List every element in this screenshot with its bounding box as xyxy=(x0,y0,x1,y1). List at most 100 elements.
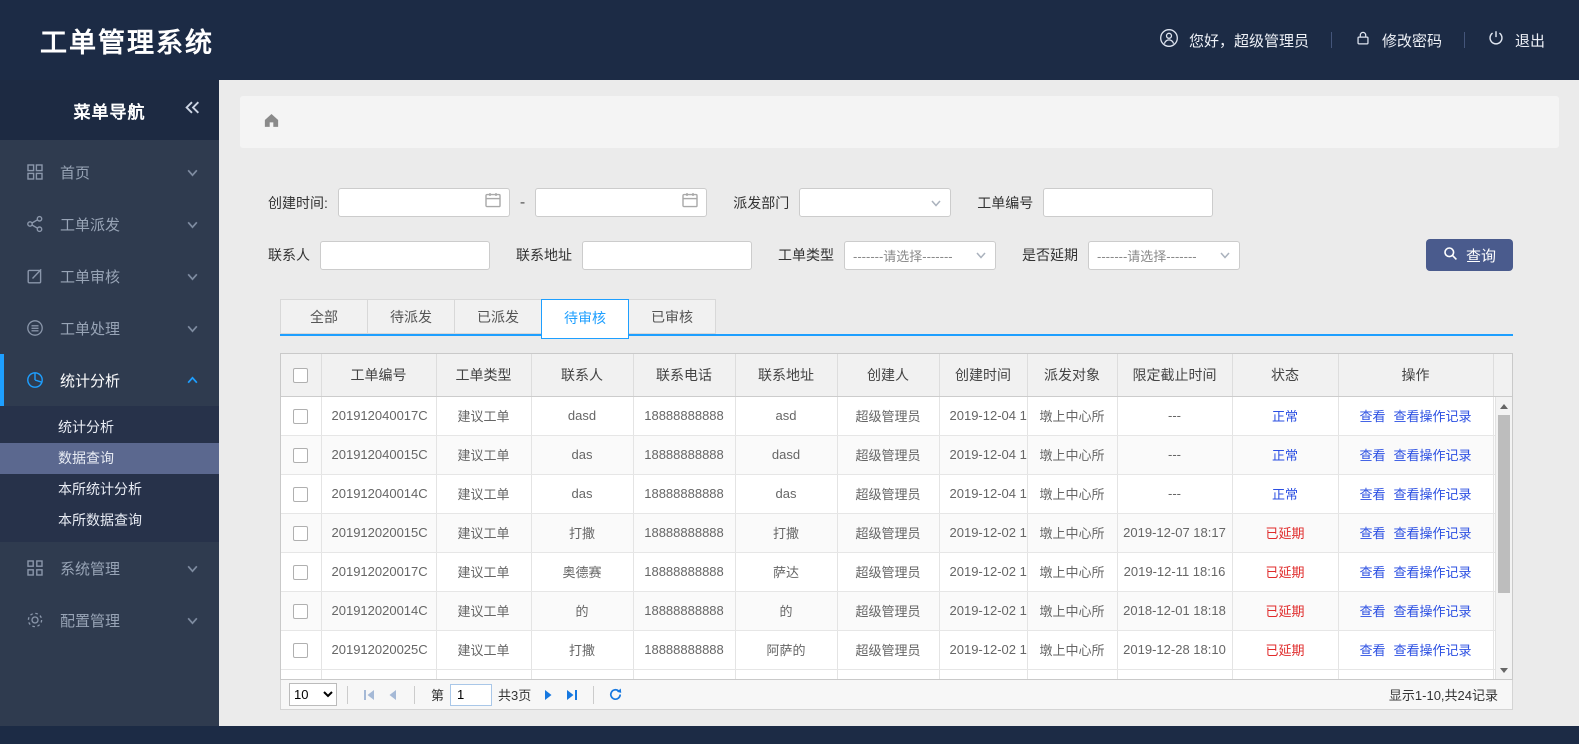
create-time-end-input[interactable] xyxy=(535,188,708,217)
cell-target: 墩上中心所 xyxy=(1027,435,1118,475)
cell-empty xyxy=(633,669,736,679)
cell-checkbox xyxy=(281,513,322,553)
cell-order-no: 201912020017C xyxy=(321,552,437,592)
first-page-button[interactable] xyxy=(362,688,377,702)
dept-select[interactable] xyxy=(799,188,952,217)
sidebar-collapse-icon[interactable] xyxy=(184,100,201,120)
sidebar-item-order-process[interactable]: 工单处理 xyxy=(0,302,219,354)
sidebar-subitem-branch-data-query[interactable]: 本所数据查询 xyxy=(0,505,219,536)
delay-select[interactable]: -------请选择------- xyxy=(1088,240,1240,270)
address-input[interactable] xyxy=(582,240,752,270)
refresh-button[interactable] xyxy=(608,687,623,702)
cell-phone: 18888888888 xyxy=(633,630,736,670)
tab-pending-review[interactable]: 待审核 xyxy=(541,299,629,339)
cell-address: 的 xyxy=(735,591,838,631)
cell-phone: 18888888888 xyxy=(633,435,736,475)
calendar-icon[interactable] xyxy=(681,191,699,214)
sidebar-subitem-branch-stats-analysis[interactable]: 本所统计分析 xyxy=(0,474,219,505)
pie-icon xyxy=(26,371,46,389)
chevron-down-icon xyxy=(975,249,987,261)
query-button[interactable]: 查询 xyxy=(1425,239,1513,271)
view-log-link[interactable]: 查看操作记录 xyxy=(1394,565,1472,580)
tab-reviewed[interactable]: 已审核 xyxy=(628,299,716,334)
sidebar-item-config-management[interactable]: 配置管理 xyxy=(0,594,219,646)
calendar-icon[interactable] xyxy=(484,191,502,214)
sidebar-subitem-stats-analysis[interactable]: 统计分析 xyxy=(0,412,219,443)
change-password-button[interactable]: 修改密码 xyxy=(1354,29,1442,51)
top-header: 工单管理系统 您好，超级管理员 修改密码 退出 xyxy=(0,0,1579,80)
cell-order-type: 建议工单 xyxy=(436,513,532,553)
scroll-down-icon[interactable] xyxy=(1496,662,1512,678)
row-checkbox[interactable] xyxy=(293,564,309,580)
view-log-link[interactable]: 查看操作记录 xyxy=(1394,409,1472,424)
contact-input[interactable] xyxy=(320,240,490,270)
pagination-bar: 10 第 共3页 xyxy=(280,680,1513,710)
view-link[interactable]: 查看 xyxy=(1359,643,1385,658)
active-accent-bar xyxy=(0,542,4,594)
order-type-value: -------请选择------- xyxy=(853,248,953,264)
last-page-button[interactable] xyxy=(564,688,579,702)
view-link[interactable]: 查看 xyxy=(1359,448,1385,463)
view-log-link[interactable]: 查看操作记录 xyxy=(1394,604,1472,619)
row-checkbox[interactable] xyxy=(293,486,309,502)
row-checkbox[interactable] xyxy=(293,447,309,463)
cell-creator: 超级管理员 xyxy=(837,513,940,553)
table-scrollbar[interactable] xyxy=(1495,397,1512,679)
view-link[interactable]: 查看 xyxy=(1359,565,1385,580)
page-prefix-label: 第 xyxy=(431,688,445,703)
cell-deadline: --- xyxy=(1117,474,1233,514)
tab-pending-dispatch[interactable]: 待派发 xyxy=(367,299,455,334)
row-checkbox[interactable] xyxy=(293,603,309,619)
order-no-input[interactable] xyxy=(1043,188,1214,217)
view-link[interactable]: 查看 xyxy=(1359,409,1385,424)
cell-order-type: 建议工单 xyxy=(436,474,532,514)
row-checkbox[interactable] xyxy=(293,408,309,424)
prev-page-button[interactable] xyxy=(385,688,400,702)
scrollbar-thumb[interactable] xyxy=(1498,415,1510,593)
sidebar-item-order-dispatch[interactable]: 工单派发 xyxy=(0,198,219,250)
share-icon xyxy=(26,215,46,233)
page-number-input[interactable] xyxy=(450,683,493,706)
chevron-down-icon xyxy=(186,322,199,335)
scroll-up-icon[interactable] xyxy=(1496,398,1512,414)
cell-empty xyxy=(837,669,940,679)
row-checkbox[interactable] xyxy=(293,525,309,541)
tab-dispatched[interactable]: 已派发 xyxy=(454,299,542,334)
view-log-link[interactable]: 查看操作记录 xyxy=(1394,643,1472,658)
cell-empty xyxy=(1027,669,1118,679)
view-link[interactable]: 查看 xyxy=(1359,604,1385,619)
cell-target: 墩上中心所 xyxy=(1027,513,1118,553)
view-link[interactable]: 查看 xyxy=(1359,526,1385,541)
view-log-link[interactable]: 查看操作记录 xyxy=(1394,487,1472,502)
select-all-checkbox[interactable] xyxy=(293,368,309,384)
view-link[interactable]: 查看 xyxy=(1359,487,1385,502)
column-header: 联系地址 xyxy=(735,354,838,397)
sidebar-item-system-management[interactable]: 系统管理 xyxy=(0,542,219,594)
create-time-start-input[interactable] xyxy=(337,188,510,217)
sidebar-item-order-review[interactable]: 工单审核 xyxy=(0,250,219,302)
select-all-checkbox-cell xyxy=(281,354,322,397)
page-size-select[interactable]: 10 xyxy=(289,683,337,706)
cell-status: 正常 xyxy=(1232,474,1339,514)
status-badge: 已延期 xyxy=(1265,604,1305,619)
cell-actions: 查看 查看操作记录 xyxy=(1338,435,1494,475)
logout-button[interactable]: 退出 xyxy=(1487,29,1545,51)
sidebar-item-stats-analysis[interactable]: 统计分析 xyxy=(0,354,219,406)
home-icon[interactable] xyxy=(262,111,281,134)
column-header: 状态 xyxy=(1232,354,1339,397)
sidebar-item-home[interactable]: 首页 xyxy=(0,146,219,198)
user-greeting[interactable]: 您好，超级管理员 xyxy=(1159,28,1309,52)
cell-creator: 超级管理员 xyxy=(837,474,940,514)
view-log-link[interactable]: 查看操作记录 xyxy=(1394,448,1472,463)
column-header: 派发对象 xyxy=(1027,354,1118,397)
sidebar-item-label: 首页 xyxy=(60,164,91,182)
row-checkbox[interactable] xyxy=(293,642,309,658)
cell-target: 墩上中心所 xyxy=(1027,552,1118,592)
cell-checkbox xyxy=(281,669,322,679)
view-log-link[interactable]: 查看操作记录 xyxy=(1394,526,1472,541)
tab-all[interactable]: 全部 xyxy=(280,299,368,334)
cell-phone: 18888888888 xyxy=(633,474,736,514)
order-type-select[interactable]: -------请选择------- xyxy=(844,240,996,270)
sidebar-subitem-data-query[interactable]: 数据查询 xyxy=(0,443,219,474)
next-page-button[interactable] xyxy=(541,688,556,702)
